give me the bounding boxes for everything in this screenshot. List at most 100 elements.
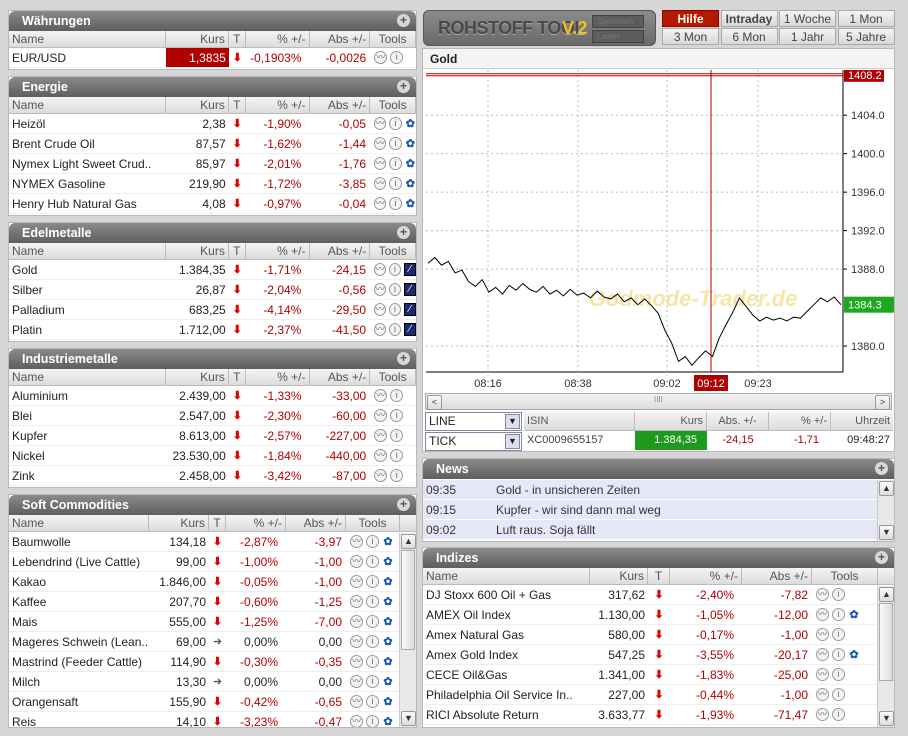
news-item[interactable]: 09:35 Gold - in unsicheren Zeiten: [423, 480, 878, 500]
info-icon[interactable]: i: [832, 708, 845, 721]
info-icon[interactable]: i: [390, 429, 404, 442]
gear-icon[interactable]: ✿: [405, 114, 416, 134]
chart-scrollbar[interactable]: < IIII >: [425, 393, 892, 410]
col-name[interactable]: Name: [9, 243, 167, 259]
col-kurs[interactable]: Kurs: [166, 243, 229, 259]
news-item[interactable]: 09:02 Luft raus. Soja fällt: [423, 520, 878, 540]
table-row[interactable]: Amex Gold Index 547,25 ⬇ -3,55% -20,17 〰 i ✿: [423, 645, 894, 665]
scroll-thumb[interactable]: [879, 603, 893, 681]
plus-icon[interactable]: +: [397, 226, 410, 239]
scroll-down-button[interactable]: ▼: [879, 525, 894, 540]
chart-icon[interactable]: 〰: [350, 635, 363, 648]
chart-icon[interactable]: 〰: [816, 648, 829, 661]
col-t[interactable]: T: [648, 568, 670, 584]
plus-icon[interactable]: +: [397, 498, 410, 511]
info-icon[interactable]: i: [389, 283, 402, 296]
table-row[interactable]: Zink 2.458,00 ⬇ -3,42% -87,00 〰 i: [9, 466, 416, 486]
timeframe-button-1-jahr[interactable]: 1 Jahr: [779, 28, 836, 45]
table-row[interactable]: Reis 14,10 ⬇ -3,23% -0,47 〰 i ✿: [9, 712, 416, 728]
info-icon[interactable]: i: [389, 303, 402, 316]
table-row[interactable]: Lebendrind (Live Cattle) 99,00 ⬇ -1,00% -1,0…: [9, 552, 416, 572]
scroll-up-button[interactable]: ▲: [401, 534, 416, 549]
info-icon[interactable]: i: [832, 588, 845, 601]
chart-icon[interactable]: 〰: [374, 157, 387, 170]
col-abs[interactable]: Abs +/-: [742, 568, 812, 584]
news-item[interactable]: 09:15 Kupfer - wir sind dann mal weg: [423, 500, 878, 520]
info-icon[interactable]: i: [389, 177, 402, 190]
table-row[interactable]: Brent Crude Oil 87,57 ⬇ -1,62% -1,44 〰 i ✿: [9, 134, 416, 154]
info-icon[interactable]: i: [390, 389, 404, 402]
table-row[interactable]: Baumwolle 134,18 ⬇ -2,87% -3,97 〰 i ✿: [9, 532, 416, 552]
info-icon[interactable]: i: [389, 263, 402, 276]
col-name[interactable]: Name: [9, 31, 167, 47]
table-row[interactable]: Nymex Light Sweet Crud.. 85,97 ⬇ -2,01% -1,7…: [9, 154, 416, 174]
info-icon[interactable]: i: [390, 469, 404, 482]
table-row[interactable]: Kakao 1.846,00 ⬇ -0,05% -1,00 〰 i ✿: [9, 572, 416, 592]
news-headline[interactable]: Kupfer - wir sind dann mal weg: [493, 500, 664, 519]
col-t[interactable]: T: [229, 369, 246, 385]
info-icon[interactable]: i: [366, 635, 379, 648]
chart-icon[interactable]: 〰: [374, 429, 388, 442]
gear-icon[interactable]: ✿: [405, 194, 416, 214]
edit-chart-icon[interactable]: ⁄: [404, 303, 417, 316]
scroll-grip[interactable]: IIII: [654, 395, 663, 404]
table-row[interactable]: Amex Natural Gas 580,00 ⬇ -0,17% -1,00 〰 i: [423, 625, 894, 645]
col-t[interactable]: T: [229, 243, 246, 259]
col-t[interactable]: T: [229, 97, 246, 113]
chart-icon[interactable]: 〰: [350, 575, 363, 588]
scroll-down-button[interactable]: ▼: [879, 711, 894, 726]
timeframe-button-intraday[interactable]: Intraday: [720, 10, 778, 27]
gear-icon[interactable]: ✿: [405, 174, 416, 194]
col-pct[interactable]: % +/-: [246, 369, 310, 385]
info-icon[interactable]: i: [390, 449, 404, 462]
col-tools[interactable]: Tools: [370, 97, 416, 113]
col-abs[interactable]: Abs +/-: [310, 97, 371, 113]
load-button[interactable]: Laden: [592, 30, 644, 43]
chart-icon[interactable]: 〰: [350, 715, 363, 727]
chart-icon[interactable]: 〰: [374, 409, 388, 422]
chart-icon[interactable]: 〰: [374, 323, 387, 336]
col-abs[interactable]: Abs +/-: [310, 243, 371, 259]
gear-icon[interactable]: ✿: [382, 712, 394, 728]
news-scrollbar[interactable]: ▲ ▼: [877, 480, 894, 541]
gear-icon[interactable]: ✿: [382, 692, 394, 712]
gear-icon[interactable]: ✿: [405, 154, 416, 174]
scroll-right-button[interactable]: >: [875, 395, 890, 410]
col-name[interactable]: Name: [9, 97, 167, 113]
col-pct[interactable]: % +/-: [670, 568, 742, 584]
scroll-thumb[interactable]: [401, 550, 415, 650]
info-icon[interactable]: i: [832, 688, 845, 701]
info-icon[interactable]: i: [389, 137, 402, 150]
edit-chart-icon[interactable]: ⁄: [404, 323, 417, 336]
chart-icon[interactable]: 〰: [374, 469, 388, 482]
chart-icon[interactable]: 〰: [374, 197, 387, 210]
timeframe-button-1-mon[interactable]: 1 Mon: [837, 10, 895, 27]
save-button[interactable]: Speichern: [592, 15, 644, 28]
info-icon[interactable]: i: [366, 655, 379, 668]
chart-icon[interactable]: 〰: [350, 695, 363, 708]
edit-chart-icon[interactable]: ⁄: [404, 283, 417, 296]
scroll-up-button[interactable]: ▲: [879, 481, 894, 496]
info-icon[interactable]: i: [389, 197, 402, 210]
gear-icon[interactable]: ✿: [382, 592, 394, 612]
chart-icon[interactable]: 〰: [816, 628, 829, 641]
chart-icon[interactable]: 〰: [816, 588, 829, 601]
col-name[interactable]: Name: [9, 369, 167, 385]
chart-icon[interactable]: 〰: [350, 595, 363, 608]
col-kurs[interactable]: Kurs: [166, 31, 229, 47]
table-row[interactable]: Kaffee 207,70 ⬇ -0,60% -1,25 〰 i ✿: [9, 592, 416, 612]
col-name[interactable]: Name: [423, 568, 590, 584]
col-kurs[interactable]: Kurs: [166, 97, 229, 113]
info-icon[interactable]: i: [389, 117, 402, 130]
timeframe-button-5-jahre[interactable]: 5 Jahre: [837, 28, 895, 45]
table-row[interactable]: Silber 26,87 ⬇ -2,04% -0,56 〰 i ⁄: [9, 280, 417, 300]
chart-icon[interactable]: 〰: [374, 51, 388, 64]
timeframe-button-6-mon[interactable]: 6 Mon: [720, 28, 778, 45]
panel-scrollbar[interactable]: ▲ ▼: [877, 586, 894, 727]
gear-icon[interactable]: ✿: [382, 532, 394, 552]
table-row[interactable]: NYMEX Gasoline 219,90 ⬇ -1,72% -3,85 〰 i ✿: [9, 174, 416, 194]
news-headline[interactable]: Luft raus. Soja fällt: [493, 520, 598, 539]
gear-icon[interactable]: ✿: [405, 134, 416, 154]
chart-icon[interactable]: 〰: [350, 615, 363, 628]
chart-icon[interactable]: 〰: [374, 117, 387, 130]
